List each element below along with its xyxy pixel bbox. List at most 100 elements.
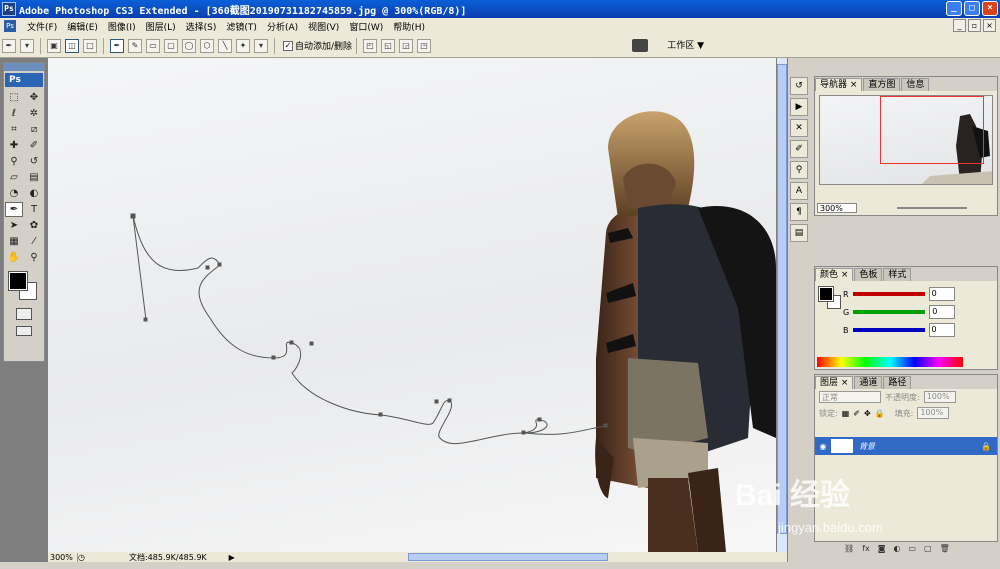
quick-mask-icon[interactable] [16, 308, 32, 320]
menu-help[interactable]: 帮助(H) [388, 20, 430, 33]
new-group-icon[interactable]: ▭ [908, 544, 916, 556]
dodge-tool-icon[interactable]: ◐ [25, 186, 43, 201]
tab-color[interactable]: 颜色 × [815, 268, 854, 281]
tab-swatches[interactable]: 色板 [854, 268, 883, 281]
layer-row-background[interactable]: ◉ 背景 🔒 [815, 437, 997, 455]
auto-add-delete-checkbox[interactable]: ✓ 自动添加/删除 [283, 39, 352, 52]
custom-shape-icon[interactable]: ✦ [236, 38, 250, 53]
tab-styles[interactable]: 样式 [883, 268, 912, 281]
workspace-menu[interactable]: 工作区 ▼ [667, 38, 704, 51]
vertical-scroll-thumb[interactable] [777, 64, 787, 534]
doc-restore-icon[interactable]: ▫ [968, 19, 981, 32]
document-canvas[interactable] [48, 58, 776, 552]
zoom-level-field[interactable]: 300% [48, 552, 78, 562]
status-info-icon[interactable]: ◷ [78, 553, 85, 562]
custom-shape-tool-icon[interactable]: ✿ [25, 218, 43, 233]
horizontal-scroll-thumb[interactable] [408, 553, 608, 561]
menu-edit[interactable]: 编辑(E) [62, 20, 103, 33]
exclude-overlap-icon[interactable]: ◳ [417, 38, 432, 53]
lock-image-icon[interactable]: ✐ [853, 409, 860, 418]
magic-wand-tool-icon[interactable]: ✲ [25, 106, 43, 121]
navigator-view-box[interactable] [880, 96, 984, 164]
ps-menu-icon[interactable]: Ps [4, 20, 16, 32]
navigator-thumbnail[interactable] [819, 95, 993, 185]
pen-icon[interactable]: ✒ [110, 38, 124, 53]
lock-all-icon[interactable]: 🔒 [875, 409, 885, 418]
color-spectrum-bar[interactable] [817, 357, 963, 367]
zoom-tool-icon[interactable]: ⚲ [25, 250, 43, 265]
minimize-button[interactable]: _ [946, 1, 962, 16]
adjustment-layer-icon[interactable]: ◐ [893, 544, 900, 556]
marquee-tool-icon[interactable]: ⬚ [5, 90, 23, 105]
blend-mode-select[interactable]: 正常 [819, 391, 881, 403]
tab-channels[interactable]: 通道 [854, 376, 883, 389]
doc-minimize-icon[interactable]: _ [953, 19, 966, 32]
paths-mode-icon[interactable]: ◫ [65, 38, 79, 53]
tool-presets-icon[interactable]: ✕ [790, 119, 808, 137]
opacity-field[interactable]: 100% [923, 391, 956, 403]
menu-file[interactable]: 文件(F) [22, 20, 62, 33]
navigator-zoom-slider[interactable] [897, 207, 967, 209]
link-layers-icon[interactable]: ⛓ [844, 544, 854, 556]
blur-tool-icon[interactable]: ◔ [5, 186, 23, 201]
shape-layers-icon[interactable]: ▣ [47, 38, 61, 53]
lock-transparency-icon[interactable]: ▦ [842, 409, 850, 418]
toolbox-header[interactable] [4, 63, 44, 71]
lasso-tool-icon[interactable]: ℓ [5, 106, 23, 121]
channel-slider[interactable] [852, 292, 925, 296]
menu-layer[interactable]: 图层(L) [141, 20, 181, 33]
layer-mask-icon[interactable]: ◙ [878, 544, 886, 556]
doc-close-icon[interactable]: × [983, 19, 996, 32]
add-to-path-area-icon[interactable]: ◰ [363, 38, 378, 53]
menu-view[interactable]: 视图(V) [303, 20, 344, 33]
close-button[interactable]: × [982, 1, 998, 16]
layer-comps-icon[interactable]: ▤ [790, 224, 808, 242]
status-menu-arrow-icon[interactable]: ▶ [229, 553, 235, 562]
fill-field[interactable]: 100% [917, 407, 950, 419]
slice-tool-icon[interactable]: ⧄ [25, 122, 43, 137]
path-selection-tool-icon[interactable]: ➤ [5, 218, 23, 233]
tab-navigator[interactable]: 导航器 × [815, 78, 863, 91]
polygon-icon[interactable]: ⬡ [200, 38, 214, 53]
type-tool-icon[interactable]: T [25, 202, 43, 217]
line-icon[interactable]: ╲ [218, 38, 232, 53]
lock-position-icon[interactable]: ✥ [864, 409, 871, 418]
menu-filter[interactable]: 滤镜(T) [221, 20, 262, 33]
gradient-tool-icon[interactable]: ▤ [25, 170, 43, 185]
paragraph-panel-icon[interactable]: ¶ [790, 203, 808, 221]
clone-source-icon[interactable]: ⚲ [790, 161, 808, 179]
subtract-from-path-icon[interactable]: ◱ [381, 38, 396, 53]
menu-analysis[interactable]: 分析(A) [262, 20, 303, 33]
notes-tool-icon[interactable]: ▦ [5, 234, 23, 249]
eye-icon[interactable]: ◉ [815, 442, 831, 451]
navigator-zoom-field[interactable]: 300% [817, 203, 857, 213]
rounded-rectangle-icon[interactable]: ▢ [164, 38, 178, 53]
fx-icon[interactable]: fx [862, 544, 870, 556]
tab-info[interactable]: 信息 [901, 78, 930, 91]
tab-layers[interactable]: 图层 × [815, 376, 854, 389]
crop-tool-icon[interactable]: ⌗ [5, 122, 23, 137]
new-layer-icon[interactable]: ▢ [924, 544, 932, 556]
trash-icon[interactable]: 🗑 [940, 544, 950, 556]
channel-value-field[interactable]: 0 [929, 305, 956, 319]
clone-stamp-tool-icon[interactable]: ⚲ [5, 154, 23, 169]
rectangle-icon[interactable]: ▭ [146, 38, 160, 53]
eraser-tool-icon[interactable]: ▱ [5, 170, 23, 185]
eyedropper-tool-icon[interactable]: ⁄ [25, 234, 43, 249]
channel-value-field[interactable]: 0 [928, 323, 955, 337]
color-foreground-swatch[interactable] [818, 286, 834, 302]
dropdown-arrow-icon[interactable]: ▾ [20, 38, 34, 53]
actions-panel-icon[interactable]: ▶ [790, 98, 808, 116]
brush-tool-icon[interactable]: ✐ [25, 138, 43, 153]
character-panel-icon[interactable]: A [790, 182, 808, 200]
channel-value-field[interactable]: 0 [928, 287, 955, 301]
move-tool-icon[interactable]: ✥ [25, 90, 43, 105]
foreground-color-swatch[interactable] [8, 271, 28, 291]
healing-brush-tool-icon[interactable]: ✚ [5, 138, 23, 153]
tab-paths[interactable]: 路径 [883, 376, 912, 389]
pen-tool-icon[interactable]: ✒ [5, 202, 23, 217]
tab-histogram[interactable]: 直方图 [863, 78, 901, 91]
hand-tool-icon[interactable]: ✋ [5, 250, 23, 265]
channel-slider[interactable] [852, 328, 925, 332]
ellipse-icon[interactable]: ◯ [182, 38, 196, 53]
